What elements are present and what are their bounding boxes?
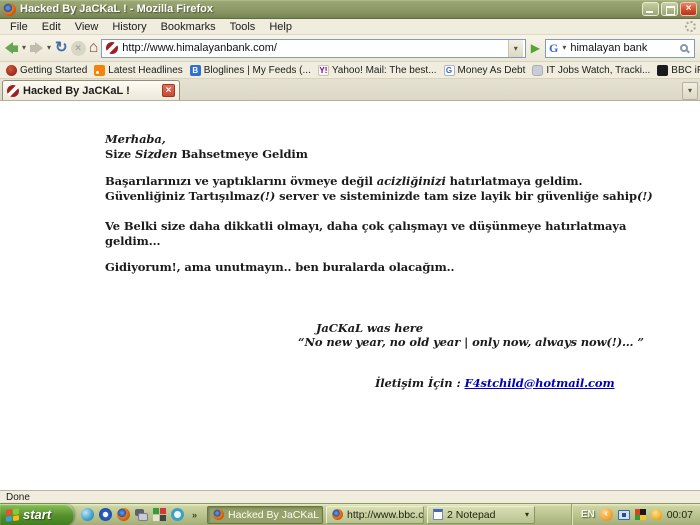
- firefox-window: Hacked By JaCKaL ! - Mozilla Firefox × F…: [0, 0, 700, 525]
- group-dropdown-icon[interactable]: ▾: [525, 510, 529, 519]
- menu-bookmarks[interactable]: Bookmarks: [155, 20, 222, 34]
- hide-icons-chevron-icon[interactable]: ‹: [600, 508, 613, 521]
- palette-icon[interactable]: [153, 508, 166, 521]
- language-indicator[interactable]: EN: [581, 509, 595, 520]
- menu-help[interactable]: Help: [263, 20, 298, 34]
- search-bar[interactable]: G ▾ himalayan bank: [545, 39, 695, 58]
- home-button[interactable]: ⌂: [89, 40, 99, 56]
- message-paragraph-3: Gidiyorum!, ama unutmayın.. ben buralard…: [105, 260, 684, 275]
- message-paragraph-2: Ve Belki size daha dikkatli olmayı, daha…: [105, 219, 684, 248]
- throbber-icon: [685, 21, 696, 32]
- url-bar[interactable]: http://www.himalayanbank.com/ ▾: [101, 39, 525, 58]
- contact-label: İletişim İçin :: [375, 376, 465, 390]
- url-input[interactable]: http://www.himalayanbank.com/: [122, 42, 503, 54]
- title-bar: Hacked By JaCKaL ! - Mozilla Firefox ×: [0, 0, 700, 19]
- menu-tools[interactable]: Tools: [224, 20, 262, 34]
- tab-favicon-no-entry-icon: [7, 85, 19, 97]
- audio-device-icon[interactable]: [618, 510, 630, 520]
- signature-quote: “No new year, no old year | only now, al…: [298, 335, 684, 350]
- bookmark-bloglines[interactable]: B Bloglines | My Feeds (...: [190, 65, 311, 76]
- forward-button[interactable]: [30, 42, 43, 54]
- status-text: Done: [6, 492, 30, 503]
- restore-button[interactable]: [661, 2, 678, 16]
- bookmark-money-as-debt[interactable]: G Money As Debt: [444, 65, 526, 76]
- menu-history[interactable]: History: [106, 20, 152, 34]
- bookmark-yahoo-mail[interactable]: Y! Yahoo! Mail: The best...: [318, 65, 437, 76]
- windows-taskbar: start » Hacked By JaCKaL ! -... http://w…: [0, 503, 700, 525]
- bookmark-it-jobs-watch[interactable]: IT Jobs Watch, Tracki...: [532, 65, 650, 76]
- minimize-button[interactable]: [642, 2, 659, 16]
- bookmark-latest-headlines[interactable]: Latest Headlines: [94, 65, 183, 76]
- firefox-icon: [213, 509, 224, 520]
- message-paragraph-1: Başarılarınızı ve yaptıklarını övmeye de…: [105, 174, 684, 203]
- google-icon: G: [549, 41, 558, 56]
- start-label: start: [23, 507, 51, 522]
- contact-email-link[interactable]: F4stchild@hotmail.com: [465, 376, 615, 390]
- menu-edit[interactable]: Edit: [36, 20, 67, 34]
- tab-strip: Hacked By JaCKaL ! × ▾: [0, 79, 700, 101]
- menu-view[interactable]: View: [69, 20, 105, 34]
- go-button[interactable]: ▶: [529, 41, 542, 55]
- start-button[interactable]: start: [0, 504, 74, 525]
- site-favicon-no-entry-icon: [106, 42, 118, 54]
- firefox-icon: [332, 509, 343, 520]
- bookmark-getting-started[interactable]: Getting Started: [6, 65, 87, 76]
- quick-launch-overflow-chevron[interactable]: »: [189, 510, 200, 520]
- rss-icon: [94, 65, 105, 76]
- search-engine-dropdown[interactable]: ▾: [561, 43, 567, 53]
- windows-logo-icon: [6, 508, 19, 521]
- bookmarks-toolbar: Getting Started Latest Headlines B Blogl…: [0, 62, 700, 79]
- search-icon[interactable]: [680, 44, 688, 52]
- notepad-icon: [433, 509, 443, 520]
- contact-line: İletişim İçin : F4stchild@hotmail.com: [375, 376, 684, 391]
- blue-orb-icon[interactable]: [99, 508, 112, 521]
- system-tray: EN ‹ 00:07: [571, 504, 700, 525]
- back-arrow-icon: [5, 42, 13, 54]
- firefox-launch-icon[interactable]: [117, 508, 130, 521]
- bbc-icon: [657, 65, 668, 76]
- menu-file[interactable]: File: [4, 20, 34, 34]
- navigation-toolbar: ▾ ▾ ↻ × ⌂ http://www.himalayanbank.com/ …: [0, 35, 700, 62]
- tab-list-dropdown[interactable]: ▾: [682, 82, 698, 100]
- quicktime-icon[interactable]: [171, 508, 184, 521]
- signature-line: JaCKaL was here: [298, 321, 684, 336]
- window-controls: ×: [642, 2, 697, 16]
- url-history-dropdown[interactable]: ▾: [508, 40, 523, 57]
- getting-started-icon: [6, 65, 17, 76]
- tab-hacked-by-jackal[interactable]: Hacked By JaCKaL ! ×: [2, 80, 180, 100]
- cloud-icon: [532, 65, 543, 76]
- quick-launch-bar: »: [74, 508, 207, 521]
- forward-arrow-icon: [35, 42, 43, 54]
- forward-history-dropdown[interactable]: ▾: [46, 43, 52, 53]
- page-content: Merhaba, Size Sizden Bahsetmeye Geldim B…: [0, 101, 700, 490]
- status-bar: Done: [0, 490, 700, 503]
- globe-icon[interactable]: [81, 508, 94, 521]
- tab-title: Hacked By JaCKaL !: [23, 85, 158, 97]
- menu-bar: File Edit View History Bookmarks Tools H…: [0, 19, 700, 35]
- clock: 00:07: [667, 509, 693, 521]
- intro-line: Size Sizden Bahsetmeye Geldim: [105, 147, 684, 162]
- back-button[interactable]: [5, 42, 18, 54]
- tab-close-icon[interactable]: ×: [162, 84, 175, 97]
- taskbar-button-firefox-jackal[interactable]: Hacked By JaCKaL ! -...: [207, 506, 323, 524]
- greeting-text: Merhaba,: [105, 132, 166, 146]
- google-video-icon: G: [444, 65, 455, 76]
- window-title: Hacked By JaCKaL ! - Mozilla Firefox: [20, 3, 638, 15]
- chat-icon[interactable]: [135, 508, 148, 521]
- back-history-dropdown[interactable]: ▾: [21, 43, 27, 53]
- yahoo-icon: Y!: [318, 65, 329, 76]
- firefox-icon: [3, 3, 16, 16]
- stop-button[interactable]: ×: [71, 41, 86, 56]
- bloglines-icon: B: [190, 65, 201, 76]
- bookmark-bbc-iplayer[interactable]: BBC iPlayer - Home: [657, 65, 700, 76]
- search-input[interactable]: himalayan bank: [570, 42, 677, 54]
- signature-block: JaCKaL was here “No new year, no old yea…: [298, 321, 684, 350]
- taskbar-button-firefox-bbc[interactable]: http://www.bbc.co.u...: [326, 506, 424, 524]
- messenger-buddy-icon[interactable]: [651, 509, 662, 520]
- reload-button[interactable]: ↻: [55, 40, 68, 56]
- taskbar-button-notepad-group[interactable]: 2 Notepad ▾: [427, 506, 535, 524]
- color-grid-tray-icon[interactable]: [635, 509, 646, 520]
- close-button[interactable]: ×: [680, 2, 697, 16]
- greeting-paragraph: Merhaba, Size Sizden Bahsetmeye Geldim: [105, 132, 684, 161]
